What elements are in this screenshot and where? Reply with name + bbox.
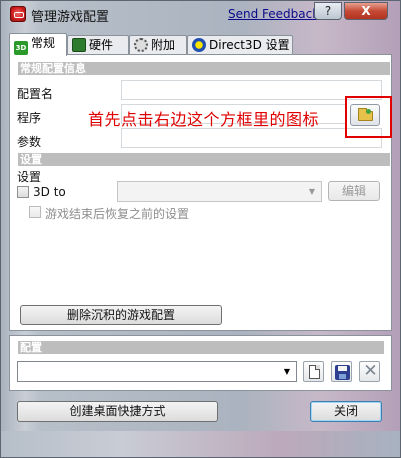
direct3d-icon — [192, 38, 206, 52]
tab-direct3d-label: Direct3D 设置 — [209, 38, 290, 52]
background-strip — [1, 431, 400, 457]
send-feedback-link[interactable]: Send Feedback — [228, 7, 319, 21]
config-panel: 配置 ▼ ✕ — [9, 335, 392, 391]
chevron-down-icon: ▼ — [308, 187, 316, 196]
new-config-button[interactable] — [303, 361, 324, 382]
settings-section-header: 设置 — [18, 153, 390, 166]
highlight-box — [345, 96, 392, 138]
annotation-text: 首先点击右边这个方框里的图标 — [88, 110, 320, 129]
edit-button[interactable]: 编辑 — [328, 181, 380, 201]
save-disk-icon — [335, 365, 350, 380]
params-label: 参数 — [17, 135, 42, 149]
restore-settings-checkbox[interactable] — [29, 206, 41, 218]
profile-name-label: 配置名 — [17, 87, 54, 101]
profile-section-header: 常规配置信息 — [18, 62, 390, 75]
tab-extra-label: 附加 — [151, 38, 176, 52]
tab-hardware-label: 硬件 — [89, 38, 114, 52]
tab-direct3d[interactable]: Direct3D 设置 — [187, 35, 293, 55]
settings-label: 设置 — [17, 170, 42, 184]
profile-name-field[interactable] — [121, 80, 382, 100]
3d-to-label: 3D to — [33, 185, 66, 199]
3d-mode-combo[interactable]: ▼ — [117, 181, 322, 202]
save-config-button[interactable] — [331, 361, 352, 382]
tab-general-label: 常规 — [31, 36, 56, 50]
config-select[interactable]: ▼ — [17, 361, 297, 382]
chevron-down-icon: ▼ — [283, 367, 291, 376]
footer-bar: 创建桌面快捷方式 关闭 — [9, 395, 392, 427]
new-document-icon — [309, 365, 320, 379]
config-section-header: 配置 — [18, 341, 384, 354]
restore-settings-label: 游戏结束后恢复之前的设置 — [45, 207, 190, 221]
tab-extra[interactable]: 附加 — [129, 35, 187, 55]
tab-general[interactable]: 3D 常规 — [9, 33, 67, 56]
delete-x-icon: ✕ — [363, 361, 378, 381]
3d-icon: 3D — [14, 41, 28, 55]
general-tab-panel: 常规配置信息 配置名 程序 参数 设置 设置 3D to ▼ 编辑 游戏结束后恢… — [9, 54, 392, 331]
close-window-button[interactable]: X — [344, 2, 388, 20]
gear-icon — [134, 38, 148, 52]
hardware-icon — [72, 38, 86, 52]
help-button[interactable]: ? — [314, 2, 342, 20]
window-title: 管理游戏配置 — [31, 10, 110, 25]
close-button[interactable]: 关闭 — [310, 401, 382, 422]
delete-config-button[interactable]: ✕ — [359, 361, 380, 382]
params-field[interactable] — [121, 128, 382, 148]
program-label: 程序 — [17, 111, 42, 125]
app-icon — [10, 6, 26, 22]
3d-to-checkbox[interactable] — [17, 186, 29, 198]
title-bar: 管理游戏配置 Send Feedback ? X — [1, 1, 400, 29]
tab-hardware[interactable]: 硬件 — [67, 35, 129, 55]
delete-profiles-button[interactable]: 删除沉积的游戏配置 — [20, 305, 222, 325]
create-shortcut-button[interactable]: 创建桌面快捷方式 — [17, 401, 218, 422]
dialog-window: 管理游戏配置 Send Feedback ? X 3D 常规 硬件 附加 Dire… — [0, 0, 401, 458]
